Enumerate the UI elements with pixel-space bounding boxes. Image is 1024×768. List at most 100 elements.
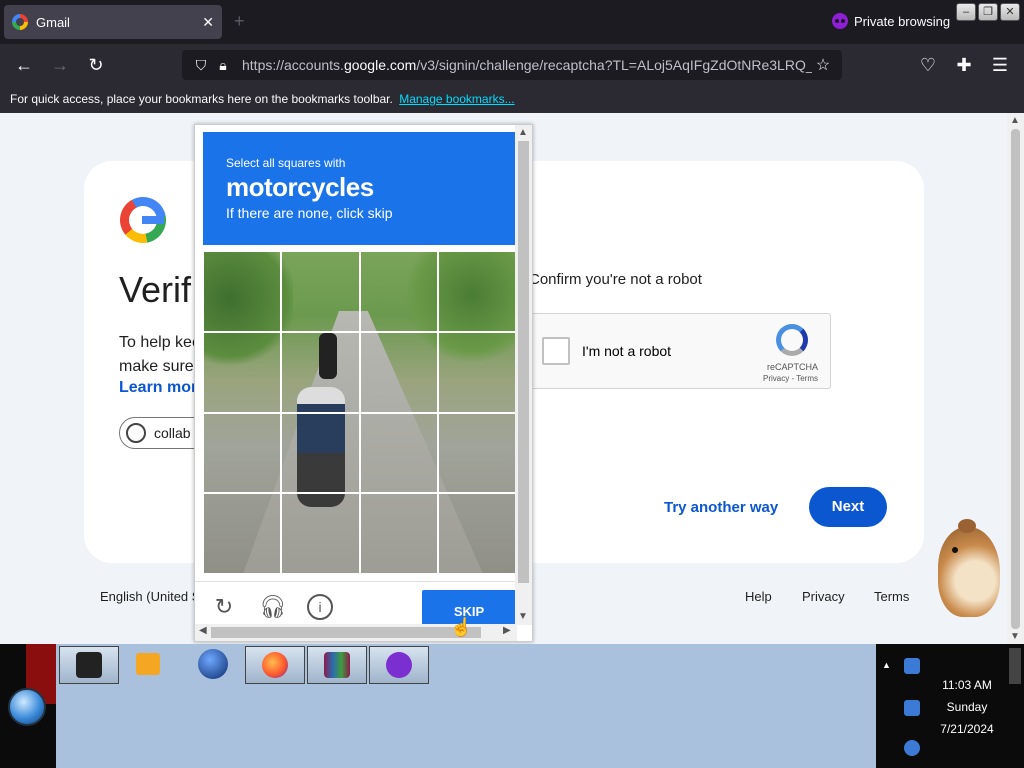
tab-gmail[interactable]: Gmail ✕ bbox=[4, 5, 222, 39]
challenge-scroll-thumb[interactable] bbox=[518, 141, 529, 583]
challenge-header: Select all squares with motorcycles If t… bbox=[203, 132, 516, 245]
tray-network-icon[interactable] bbox=[904, 700, 920, 716]
bookmarks-toolbar: For quick access, place your bookmarks h… bbox=[0, 86, 1024, 113]
challenge-scroll-down-icon[interactable]: ▼ bbox=[518, 611, 528, 622]
private-browsing-indicator: Private browsing bbox=[832, 13, 950, 29]
footer-terms-link[interactable]: Terms bbox=[874, 589, 909, 604]
scroll-up-arrow-icon[interactable]: ▲ bbox=[1010, 115, 1020, 126]
url-text[interactable]: https://accounts.google.com/v3/signin/ch… bbox=[242, 57, 812, 73]
challenge-h-scroll-thumb[interactable] bbox=[211, 627, 481, 638]
hamster-desktop-pet[interactable] bbox=[928, 517, 1006, 625]
not-robot-label: I'm not a robot bbox=[582, 343, 672, 359]
recaptcha-logo-icon bbox=[776, 324, 808, 356]
close-window-button[interactable]: ✕ bbox=[1000, 3, 1020, 21]
maximize-button[interactable]: ❐ bbox=[978, 3, 998, 21]
help-text: To help kee make sure bbox=[119, 334, 201, 375]
challenge-tile-13[interactable] bbox=[203, 493, 282, 574]
learn-more-link[interactable]: Learn mor bbox=[119, 379, 197, 397]
system-tray: ▲ 11:03 AM Sunday 7/21/2024 bbox=[876, 644, 1006, 768]
recaptcha-widget: I'm not a robot reCAPTCHA Privacy - Term… bbox=[529, 313, 831, 389]
forward-arrow-icon[interactable]: → bbox=[49, 54, 71, 76]
challenge-scrollbar[interactable]: ▲ ▼ bbox=[515, 125, 532, 625]
taskbar-media-player[interactable] bbox=[132, 648, 164, 680]
google-favicon-icon bbox=[12, 14, 28, 30]
challenge-tile-2[interactable] bbox=[281, 251, 360, 332]
next-button[interactable]: Next bbox=[809, 487, 887, 527]
challenge-tile-15[interactable] bbox=[359, 493, 438, 574]
try-another-way-button[interactable]: Try another way bbox=[664, 499, 778, 516]
tab-bar: Gmail ✕ + Private browsing – ❐ ✕ bbox=[0, 0, 1024, 44]
taskbar-winrar[interactable] bbox=[307, 646, 367, 684]
clock-date: 7/21/2024 bbox=[940, 722, 994, 736]
challenge-scroll-up-icon[interactable]: ▲ bbox=[518, 127, 528, 138]
private-mask-icon bbox=[832, 13, 848, 29]
not-robot-checkbox[interactable] bbox=[542, 337, 570, 365]
start-button[interactable] bbox=[8, 688, 46, 726]
page-title: Verif bbox=[119, 269, 192, 310]
challenge-tile-7[interactable] bbox=[359, 331, 438, 413]
window-controls: – ❐ ✕ bbox=[956, 3, 1020, 21]
clock-day: Sunday bbox=[946, 700, 988, 714]
language-select[interactable]: English (United St bbox=[100, 589, 204, 604]
audio-challenge-icon[interactable]: 🎧︎ bbox=[259, 594, 287, 620]
info-icon[interactable]: i bbox=[307, 594, 333, 620]
reload-icon[interactable]: ↻ bbox=[85, 54, 107, 76]
terminal-icon bbox=[76, 652, 102, 678]
winrar-icon bbox=[324, 652, 350, 678]
footer-help-link[interactable]: Help bbox=[745, 589, 772, 604]
taskbar: ▲ 11:03 AM Sunday 7/21/2024 bbox=[0, 644, 1024, 768]
tray-sync-icon[interactable] bbox=[904, 740, 920, 756]
page-scroll-thumb[interactable] bbox=[1011, 129, 1020, 629]
challenge-scroll-right-icon[interactable]: ▶ bbox=[503, 625, 511, 636]
new-tab-icon[interactable]: + bbox=[234, 11, 245, 32]
url-bar[interactable]: ⛉ 🔒︎ https://accounts.google.com/v3/sign… bbox=[182, 50, 842, 80]
tab-close-icon[interactable]: ✕ bbox=[202, 14, 214, 31]
recaptcha-terms-link[interactable]: Privacy - Terms bbox=[763, 374, 818, 383]
challenge-tile-10[interactable] bbox=[281, 412, 360, 494]
challenge-tile-14[interactable] bbox=[281, 493, 360, 574]
challenge-tile-11[interactable] bbox=[359, 412, 438, 494]
tray-app-icon[interactable] bbox=[904, 658, 920, 674]
private-browsing-label: Private browsing bbox=[854, 13, 951, 29]
challenge-tile-8[interactable] bbox=[437, 331, 516, 413]
extensions-icon[interactable]: ✚ bbox=[953, 54, 975, 76]
google-logo-icon bbox=[120, 197, 166, 243]
challenge-tile-3[interactable] bbox=[359, 251, 438, 332]
recaptcha-brand: reCAPTCHA bbox=[766, 362, 818, 372]
taskbar-browser-globe[interactable] bbox=[197, 648, 229, 680]
pocket-icon[interactable]: ♡ bbox=[917, 54, 939, 76]
account-name: collab bbox=[154, 425, 191, 441]
back-arrow-icon[interactable]: ← bbox=[13, 54, 35, 76]
challenge-tile-16[interactable] bbox=[437, 493, 516, 574]
challenge-tile-9[interactable] bbox=[203, 412, 282, 494]
tray-expand-icon[interactable]: ▲ bbox=[882, 660, 891, 670]
minimize-button[interactable]: – bbox=[956, 3, 976, 21]
challenge-tile-12[interactable] bbox=[437, 412, 516, 494]
challenge-image-grid bbox=[203, 251, 516, 574]
bookmark-star-icon[interactable]: ☆ bbox=[812, 55, 834, 75]
taskbar-terminal[interactable] bbox=[59, 646, 119, 684]
challenge-tile-1[interactable] bbox=[203, 251, 282, 332]
challenge-object: motorcycles bbox=[226, 172, 374, 202]
clock-time[interactable]: 11:03 AM bbox=[932, 678, 1002, 692]
challenge-instruction: Select all squares with bbox=[226, 156, 346, 170]
lock-icon[interactable]: 🔒︎ bbox=[212, 57, 234, 74]
challenge-tile-4[interactable] bbox=[437, 251, 516, 332]
challenge-tile-5[interactable] bbox=[203, 331, 282, 413]
taskbar-firefox[interactable] bbox=[245, 646, 305, 684]
hand-cursor-icon: ☝ bbox=[450, 617, 473, 637]
scroll-down-arrow-icon[interactable]: ▼ bbox=[1010, 631, 1020, 642]
challenge-hint: If there are none, click skip bbox=[226, 205, 393, 221]
page-scrollbar[interactable]: ▲ ▼ bbox=[1007, 113, 1024, 644]
reload-challenge-icon[interactable]: ↻ bbox=[211, 594, 237, 620]
media-player-icon bbox=[136, 653, 160, 675]
manage-bookmarks-link[interactable]: Manage bookmarks... bbox=[399, 92, 514, 106]
footer-privacy-link[interactable]: Privacy bbox=[802, 589, 845, 604]
taskbar-firefox-private[interactable] bbox=[369, 646, 429, 684]
shield-icon[interactable]: ⛉ bbox=[190, 57, 212, 74]
taskbar-scroll[interactable] bbox=[1006, 644, 1024, 768]
challenge-scroll-left-icon[interactable]: ◀ bbox=[199, 625, 207, 636]
tab-title: Gmail bbox=[36, 14, 70, 30]
challenge-tile-6[interactable] bbox=[281, 331, 360, 413]
menu-icon[interactable]: ☰ bbox=[989, 54, 1011, 76]
